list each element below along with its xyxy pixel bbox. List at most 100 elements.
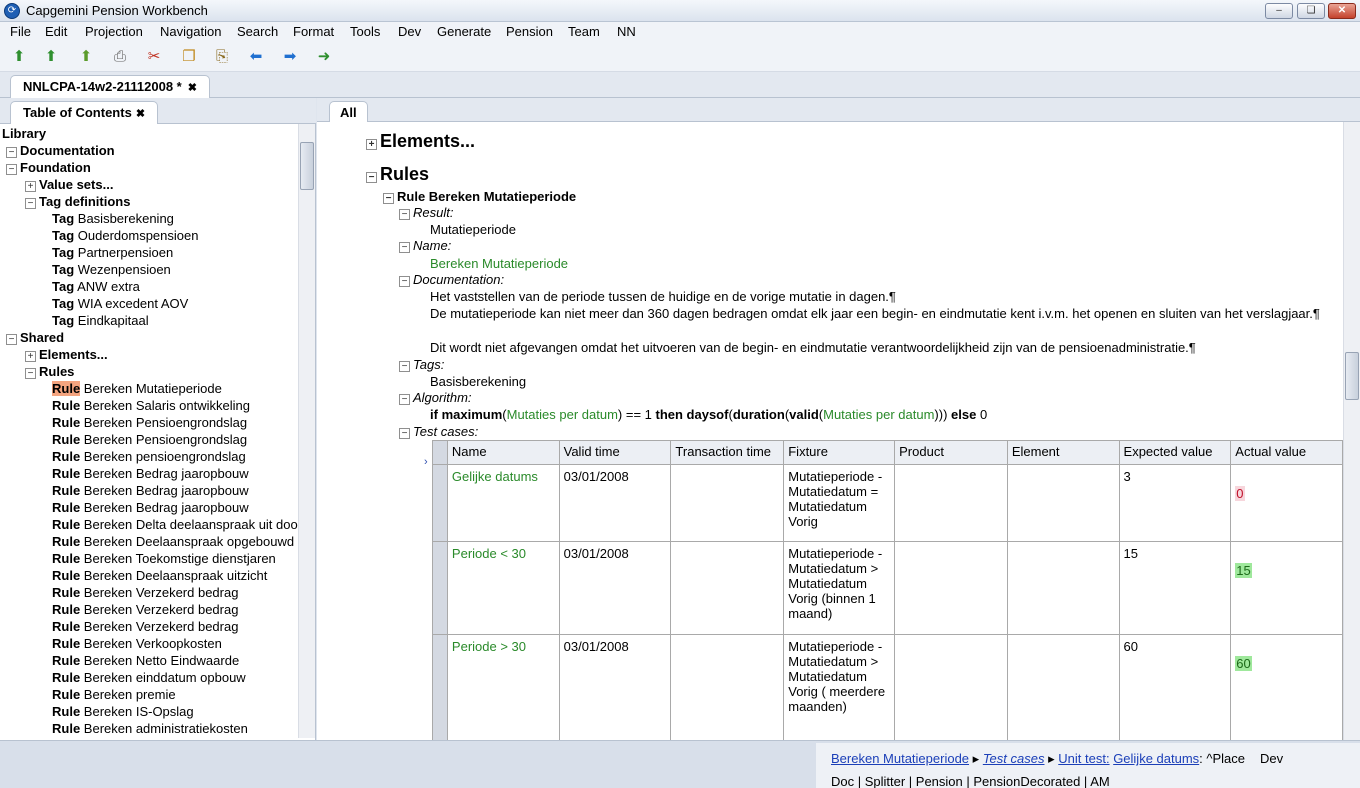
elements-section[interactable]: + Elements... (366, 130, 475, 152)
col-header-expected-value[interactable]: Expected value (1118, 440, 1232, 465)
cell-element[interactable] (1006, 464, 1120, 542)
cell-fixture[interactable]: Mutatieperiode - Mutatiedatum > Mutatied… (783, 634, 896, 740)
ref-mutaties-1[interactable]: Mutaties per datum (507, 407, 618, 422)
open-folder-icon[interactable]: ⬆ (76, 47, 96, 67)
toc-node[interactable]: + Value sets... (25, 176, 113, 193)
table-row[interactable]: Periode < 30 03/01/2008 Mutatieperiode -… (432, 541, 1343, 635)
breadcrumb-rule-link[interactable]: Bereken Mutatieperiode (831, 751, 969, 766)
result-value[interactable]: Mutatieperiode (430, 221, 516, 238)
menu-nn[interactable]: NN (617, 24, 636, 39)
menu-pension[interactable]: Pension (506, 24, 553, 39)
menu-tools[interactable]: Tools (350, 24, 380, 39)
menu-file[interactable]: File (10, 24, 31, 39)
cell-transaction-time[interactable] (670, 541, 785, 635)
collapse-icon[interactable]: − (399, 428, 410, 439)
col-header-product[interactable]: Product (894, 440, 1008, 465)
breadcrumb-testcases-link[interactable]: Test cases (983, 751, 1045, 766)
toc-item-rule[interactable]: Rule Bereken Bedrag jaaropbouw (52, 465, 249, 482)
row-handle[interactable] (432, 541, 448, 635)
toc-item-rule[interactable]: Rule Bereken Deelaanspraak opgebouwd (52, 533, 294, 550)
toc-item-tag[interactable]: Tag Eindkapitaal (52, 312, 149, 329)
collapse-icon[interactable]: − (6, 164, 17, 175)
toc-item-tag[interactable]: Tag WIA excedent AOV (52, 295, 188, 312)
paste-icon[interactable]: ⎘ (212, 47, 232, 67)
cut-icon[interactable]: ✂ (144, 47, 164, 67)
menu-dev[interactable]: Dev (398, 24, 421, 39)
cell-valid-time[interactable]: 03/01/2008 (558, 541, 672, 635)
back-icon[interactable]: ⬅ (246, 47, 266, 67)
cell-product[interactable] (894, 634, 1008, 740)
new-icon[interactable]: ⬆ (9, 47, 29, 67)
collapse-icon[interactable]: − (366, 172, 377, 183)
tab-table-of-contents[interactable]: Table of Contents ✖ (10, 101, 159, 124)
toc-node[interactable]: − Shared (6, 329, 64, 346)
toc-item-rule[interactable]: Rule Bereken Delta deelaanspraak uit doo… (52, 516, 298, 533)
ref-mutaties-2[interactable]: Mutaties per datum (823, 407, 934, 422)
toc-item-rule[interactable]: Rule Bereken Verzekerd bedrag (52, 618, 238, 635)
cell-expected-value[interactable]: 60 (1118, 634, 1232, 740)
col-header-valid-time[interactable]: Valid time (558, 440, 672, 465)
rules-section[interactable]: − Rules (366, 163, 429, 185)
tab-all[interactable]: All (329, 101, 368, 122)
row-handle[interactable] (432, 464, 448, 542)
cell-product[interactable] (894, 541, 1008, 635)
toc-node[interactable]: − Rules (25, 363, 74, 380)
toc-node[interactable]: − Documentation (6, 142, 115, 159)
collapse-icon[interactable]: − (383, 193, 394, 204)
col-header-transaction-time[interactable]: Transaction time (670, 440, 785, 465)
menu-edit[interactable]: Edit (45, 24, 67, 39)
toc-item-rule[interactable]: Rule Bereken pensioengrondslag (52, 448, 246, 465)
documentation-line-1[interactable]: Het vaststellen van de periode tussen de… (430, 288, 896, 305)
table-row[interactable]: Gelijke datums 03/01/2008 Mutatieperiode… (432, 464, 1343, 542)
toc-item-tag[interactable]: Tag Basisberekening (52, 210, 174, 227)
toc-item-rule[interactable]: Rule Bereken Pensioengrondslag (52, 431, 247, 448)
cell-element[interactable] (1006, 634, 1120, 740)
collapse-icon[interactable]: − (399, 276, 410, 287)
cell-expected-value[interactable]: 15 (1118, 541, 1232, 635)
documentation-line-3[interactable]: Dit wordt niet afgevangen omdat het uitv… (430, 339, 1196, 356)
cell-product[interactable] (894, 464, 1008, 542)
cell-valid-time[interactable]: 03/01/2008 (558, 464, 672, 542)
cell-name[interactable]: Gelijke datums (446, 464, 560, 542)
menu-format[interactable]: Format (293, 24, 334, 39)
toc-item-rule[interactable]: Rule Bereken Verkoopkosten (52, 635, 222, 652)
cell-element[interactable] (1006, 541, 1120, 635)
toc-item-rule[interactable]: Rule Bereken Deelaanspraak uitzicht (52, 567, 267, 584)
maximize-button[interactable]: ❏ (1297, 3, 1325, 19)
collapse-icon[interactable]: − (399, 242, 410, 253)
print-icon[interactable]: ⎙ (110, 47, 130, 67)
breadcrumb-unittest-link[interactable]: Unit test: (1058, 751, 1109, 766)
toc-item-tag[interactable]: Tag Wezenpensioen (52, 261, 171, 278)
cell-valid-time[interactable]: 03/01/2008 (558, 634, 672, 740)
toc-item-rule[interactable]: Rule Bereken Pensioengrondslag (52, 414, 247, 431)
toc-item-rule[interactable]: Rule Bereken Salaris ontwikkeling (52, 397, 250, 414)
toc-item-tag[interactable]: Tag ANW extra (52, 278, 140, 295)
tab-editor-file[interactable]: NNLCPA-14w2-21112008 * ✖ (10, 75, 210, 98)
scrollbar-thumb[interactable] (1345, 352, 1359, 400)
toc-item-rule[interactable]: Rule Bereken Netto Eindwaarde (52, 652, 239, 669)
toc-node[interactable]: Library (2, 125, 46, 142)
col-header-actual-value[interactable]: Actual value (1230, 440, 1343, 465)
go-icon[interactable]: ➜ (314, 47, 334, 67)
cell-transaction-time[interactable] (670, 464, 785, 542)
toc-item-rule[interactable]: Rule Bereken Pensioengrondslag (52, 737, 247, 738)
minimize-button[interactable]: – (1265, 3, 1293, 19)
collapse-icon[interactable]: − (25, 198, 36, 209)
cell-transaction-time[interactable] (670, 634, 785, 740)
algorithm-expression[interactable]: if maximum(Mutaties per datum) == 1 then… (430, 406, 987, 423)
col-header-name[interactable]: Name (446, 440, 560, 465)
open-icon[interactable]: ⬆ (41, 47, 61, 67)
collapse-icon[interactable]: − (399, 209, 410, 220)
menu-projection[interactable]: Projection (85, 24, 143, 39)
cell-name[interactable]: Periode > 30 (446, 634, 560, 740)
collapse-icon[interactable]: − (399, 361, 410, 372)
cell-fixture[interactable]: Mutatieperiode - Mutatiedatum > Mutatied… (783, 541, 896, 635)
expand-icon[interactable]: + (366, 139, 377, 150)
breadcrumb-testcase-link[interactable]: Gelijke datums (1113, 751, 1199, 766)
col-header-fixture[interactable]: Fixture (783, 440, 896, 465)
toc-item-rule[interactable]: Rule Bereken Toekomstige dienstjaren (52, 550, 276, 567)
editor-scrollbar[interactable] (1343, 122, 1360, 740)
menu-team[interactable]: Team (568, 24, 600, 39)
collapse-icon[interactable]: − (6, 147, 17, 158)
toc-item-rule[interactable]: Rule Bereken Mutatieperiode (52, 380, 222, 397)
